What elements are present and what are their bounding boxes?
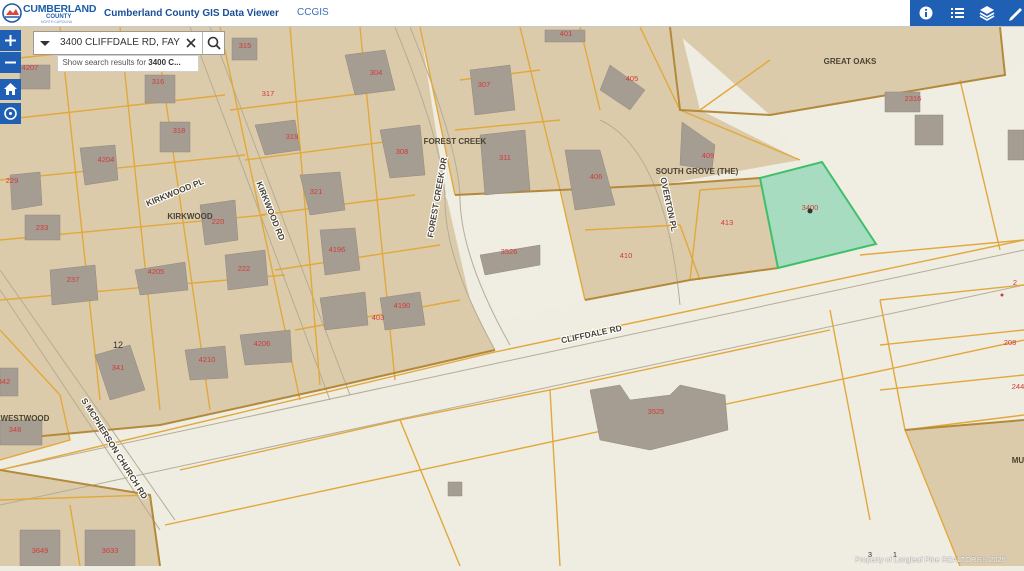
subdivision-label: SOUTH GROVE (THE): [656, 167, 739, 176]
search-suggestion[interactable]: Show search results for 3400 C...: [57, 55, 199, 72]
search-widget: [33, 31, 225, 55]
close-icon: [186, 38, 196, 48]
map-view[interactable]: 315 401 4207 316 304 307 405 2316 318 31…: [0, 26, 1024, 567]
home-icon: [4, 83, 17, 95]
layers-button[interactable]: [972, 0, 1002, 26]
search-source-dropdown[interactable]: [34, 32, 56, 54]
listing-attribution: Property of Longleaf Pine REALTORS® 2025: [855, 555, 1006, 564]
plus-icon: [5, 35, 16, 46]
address-label: 4207: [22, 63, 39, 72]
address-label: 4205: [148, 267, 165, 276]
zoom-out-button[interactable]: [0, 52, 21, 73]
address-label: 403: [372, 313, 385, 322]
address-label: 318: [173, 126, 186, 135]
address-label: 413: [721, 218, 734, 227]
suggestion-prefix: Show search results for: [62, 58, 147, 67]
address-label: 244: [1012, 382, 1024, 391]
address-label: 4196: [329, 245, 346, 254]
address-label: 220: [212, 217, 225, 226]
ccgis-link[interactable]: CCGIS: [297, 7, 329, 18]
address-label: 311: [499, 153, 511, 162]
address-label: 405: [626, 74, 639, 83]
suggestion-query: 3400 C...: [148, 58, 181, 67]
address-label: 406: [590, 172, 603, 181]
address-label: 409: [702, 151, 715, 160]
subdivision-label: KIRKWOOD: [167, 212, 213, 221]
logo-tag: NORTH CAROLINA: [41, 20, 73, 24]
selected-location-marker[interactable]: [807, 208, 813, 214]
address-label: 3526: [501, 247, 518, 256]
address-label: 222: [238, 264, 251, 273]
address-label: 3525: [648, 407, 665, 416]
address-label: 401: [560, 29, 573, 38]
address-label: 342: [0, 377, 10, 386]
address-label: 4206: [254, 339, 271, 348]
address-label: 2316: [905, 94, 922, 103]
address-label: 348: [9, 425, 22, 434]
address-label: 12: [113, 340, 123, 350]
layers-icon: [979, 6, 995, 21]
cumberland-county-logo[interactable]: CUMBERLAND COUNTY NORTH CAROLINA: [2, 2, 98, 24]
address-label: 410: [620, 251, 633, 260]
home-button[interactable]: [0, 79, 21, 100]
minus-icon: [5, 61, 16, 64]
address-label: 237: [67, 275, 80, 284]
address-label: 233: [36, 223, 49, 232]
search-icon: [207, 36, 221, 50]
map-marker: [1000, 293, 1004, 297]
pencil-icon: [1009, 8, 1022, 21]
info-button[interactable]: [911, 0, 941, 26]
address-label: 317: [262, 89, 275, 98]
parcel-map[interactable]: 315 401 4207 316 304 307 405 2316 318 31…: [0, 26, 1024, 567]
zoom-in-button[interactable]: [0, 30, 21, 51]
address-label: 3649: [32, 546, 49, 555]
legend-list-button[interactable]: [942, 0, 972, 26]
address-label: 4204: [98, 155, 115, 164]
clear-search-button[interactable]: [181, 32, 201, 54]
address-label: 304: [370, 68, 383, 77]
subdivision-label: WESTWOOD: [1, 414, 50, 423]
address-label: 316: [152, 77, 165, 86]
address-label: 229: [6, 176, 19, 185]
address-label: 341: [112, 363, 125, 372]
caret-down-icon: [40, 41, 50, 46]
address-label: 2: [1013, 278, 1017, 287]
address-label: 4210: [199, 355, 216, 364]
address-label: 307: [478, 80, 491, 89]
top-toolbar: [910, 0, 1024, 26]
subdivision-label: MU: [1012, 456, 1024, 465]
list-icon: [951, 8, 964, 18]
locate-icon: [4, 107, 17, 120]
address-label: 4190: [394, 301, 411, 310]
app-header: CUMBERLAND COUNTY NORTH CAROLINA Cumberl…: [0, 0, 1024, 27]
search-button[interactable]: [202, 32, 225, 54]
address-label: 308: [396, 147, 409, 156]
address-label: 321: [310, 187, 323, 196]
address-label: 315: [239, 41, 252, 50]
address-label: 319: [286, 132, 299, 141]
draw-button[interactable]: [1004, 0, 1024, 26]
subdivision-label: GREAT OAKS: [824, 57, 877, 66]
address-label: 3633: [102, 546, 119, 555]
locate-button[interactable]: [0, 103, 21, 124]
county-emblem-icon: [2, 3, 22, 23]
subdivision-label: FOREST CREEK: [424, 137, 487, 146]
address-label: 208: [1004, 338, 1017, 347]
app-title: Cumberland County GIS Data Viewer: [104, 8, 279, 19]
info-icon: [919, 6, 933, 20]
